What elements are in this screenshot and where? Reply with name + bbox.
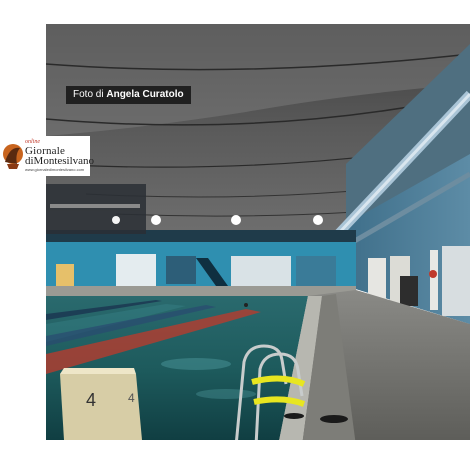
starting-block-number-side: 4 <box>128 391 135 405</box>
logo-title-line2: diMontesilvano <box>25 155 95 167</box>
starting-block-number: 4 <box>86 390 96 410</box>
starting-block: 4 4 <box>60 368 142 440</box>
logo-url: www.giornaledimontesilvano.com <box>25 167 85 172</box>
newspaper-logo[interactable]: online Giornale diMontesilvano www.giorn… <box>0 136 94 176</box>
photo-credit-prefix: Foto di <box>73 89 104 100</box>
photo-credit-author: Angela Curatolo <box>106 89 184 100</box>
logo-mark-icon <box>3 144 23 169</box>
photo-credit: Foto di Angela Curatolo <box>66 86 191 104</box>
